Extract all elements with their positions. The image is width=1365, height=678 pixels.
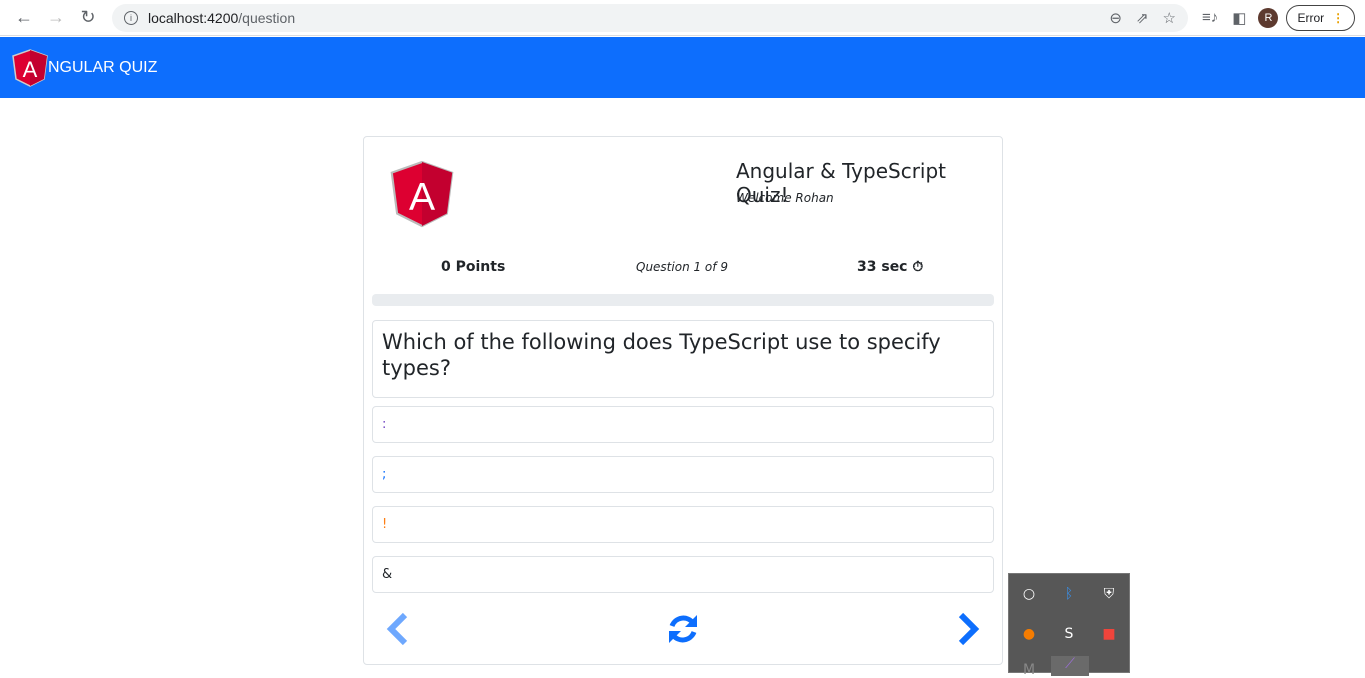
media-icon[interactable]: ≡♪ xyxy=(1202,9,1218,26)
url-path: /question xyxy=(238,9,296,26)
anydesk-icon[interactable]: ■ xyxy=(1099,626,1119,642)
vs-icon[interactable]: ⟋ xyxy=(1051,656,1089,676)
points: 0 Points xyxy=(441,259,506,275)
progress-bar xyxy=(372,294,994,306)
bluetooth-icon[interactable]: ᛒ xyxy=(1059,586,1079,602)
app-error-icon[interactable]: ● xyxy=(1019,626,1039,642)
address-bar[interactable]: i localhost:4200/question ⊖ ⇗ ☆ xyxy=(112,3,1188,32)
browser-toolbar: ← → ↻ i localhost:4200/question ⊖ ⇗ ☆ ≡♪… xyxy=(0,0,1365,36)
navbar: A NGULAR QUIZ xyxy=(0,37,1365,98)
refresh-icon[interactable] xyxy=(666,612,700,646)
side-panel-icon[interactable]: ◧ xyxy=(1232,9,1246,27)
question-counter: Question 1 of 9 xyxy=(636,260,728,274)
option-2[interactable]: ; xyxy=(372,456,994,493)
security-warning-icon[interactable]: ⛨ xyxy=(1099,586,1119,602)
next-icon[interactable] xyxy=(956,612,982,646)
site-info-icon[interactable]: i xyxy=(124,10,138,25)
stopwatch-icon: ⏱ xyxy=(912,259,924,275)
welcome-text: Welcome Rohan xyxy=(736,191,834,205)
profile-avatar[interactable]: R xyxy=(1258,7,1279,28)
cortana-icon[interactable]: ○ xyxy=(1019,586,1039,602)
brand-text: NGULAR QUIZ xyxy=(48,58,158,76)
svg-text:A: A xyxy=(409,176,436,219)
option-3[interactable]: ! xyxy=(372,506,994,543)
forward-icon[interactable]: → xyxy=(40,7,72,28)
url-host: localhost:4200 xyxy=(148,9,239,26)
option-4[interactable]: & xyxy=(372,556,994,593)
angular-logo-icon: A xyxy=(12,48,48,87)
back-icon[interactable]: ← xyxy=(8,7,40,28)
zoom-icon[interactable]: ⊖ xyxy=(1109,9,1122,27)
brand-link[interactable]: A NGULAR QUIZ xyxy=(12,48,158,87)
question-text: Which of the following does TypeScript u… xyxy=(372,320,994,398)
error-label: Error xyxy=(1297,10,1325,25)
m-icon[interactable]: M xyxy=(1019,662,1039,678)
star-icon[interactable]: ☆ xyxy=(1163,9,1176,27)
reload-icon[interactable]: ↻ xyxy=(72,7,104,28)
system-tray-popup: ○ ᛒ ⛨ ● S ■ M ⟋ xyxy=(1008,573,1130,678)
timer: 33 sec xyxy=(857,259,908,275)
share-icon[interactable]: ⇗ xyxy=(1136,9,1149,27)
option-1[interactable]: : xyxy=(372,406,994,443)
app-s-icon[interactable]: S xyxy=(1059,626,1079,642)
svg-text:A: A xyxy=(23,57,38,82)
angular-logo-icon: A xyxy=(390,160,454,228)
error-button[interactable]: Error ⋮ xyxy=(1286,4,1356,31)
menu-icon[interactable]: ⋮ xyxy=(1332,11,1344,25)
quiz-card: A Angular & TypeScript Quiz! Welcome Roh… xyxy=(363,136,1003,665)
previous-icon[interactable] xyxy=(384,612,410,646)
